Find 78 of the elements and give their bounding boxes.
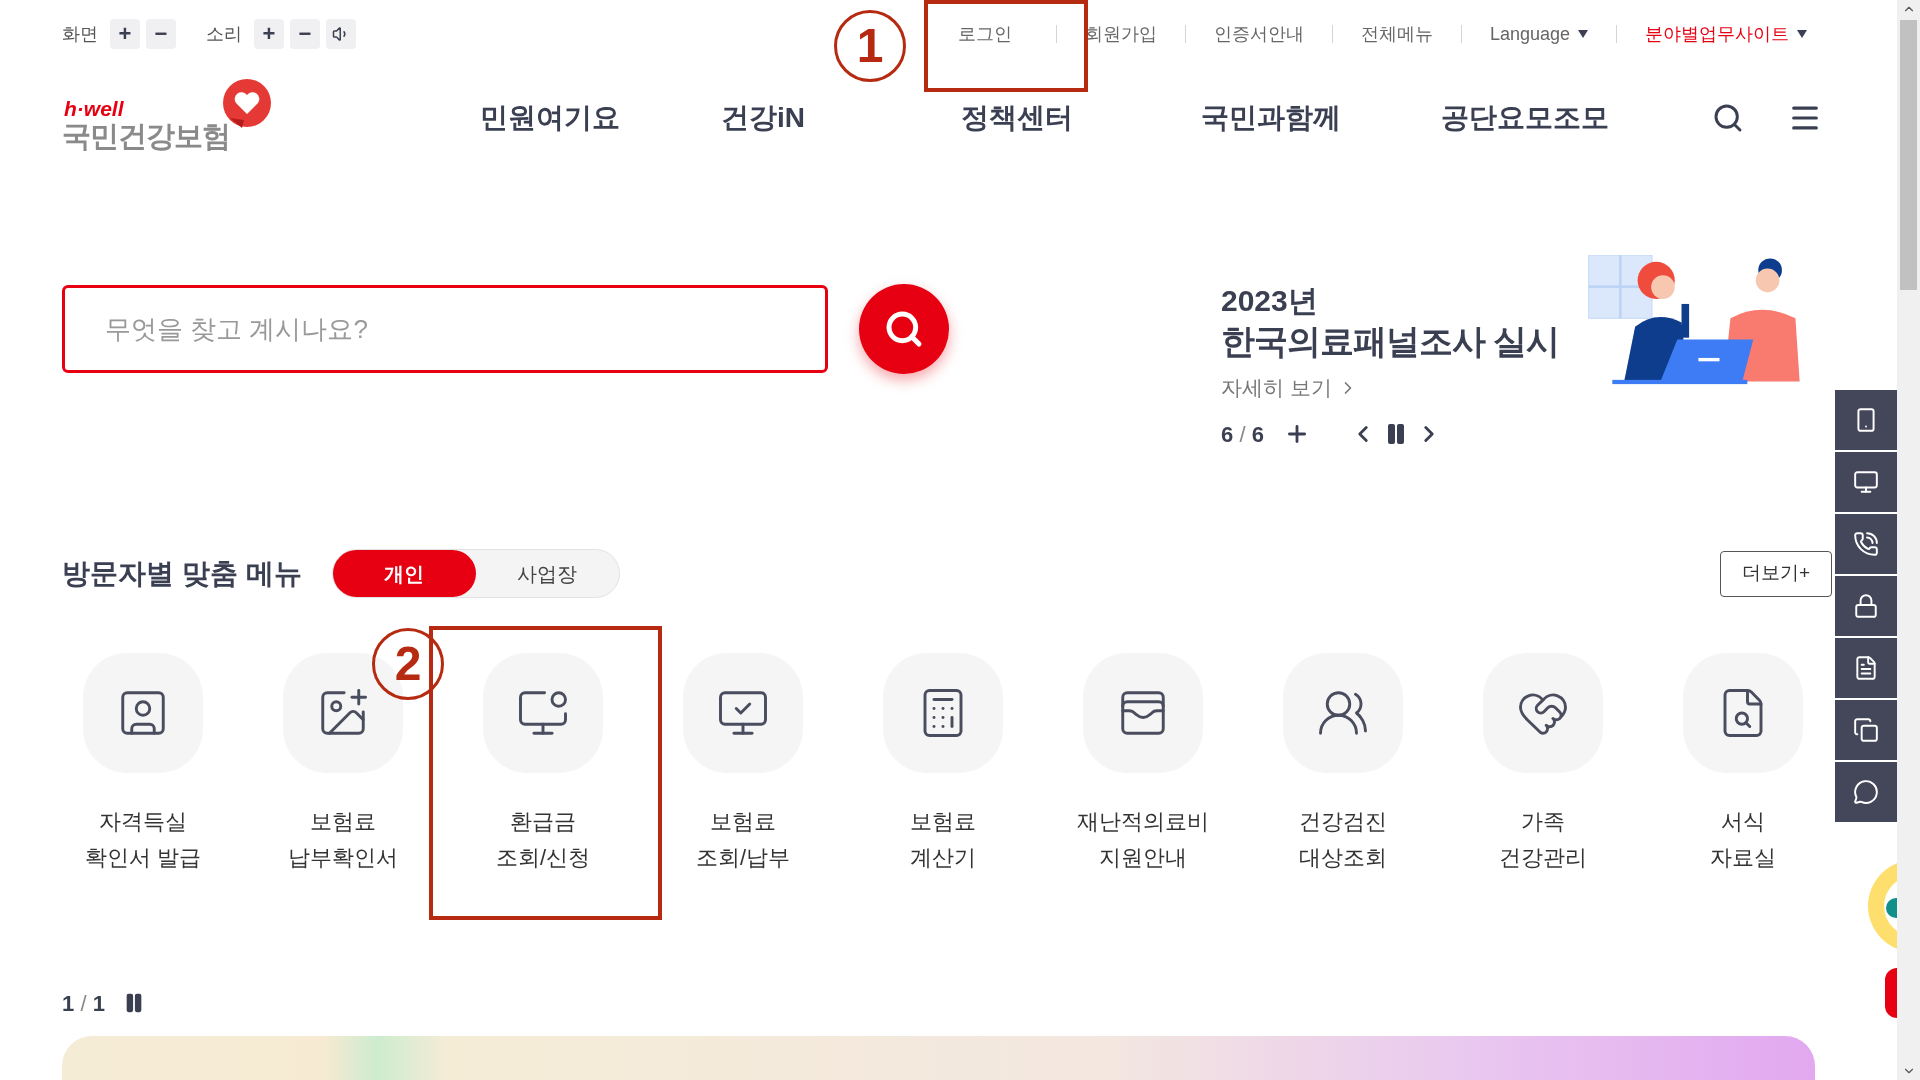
search-icon[interactable] (1712, 102, 1744, 134)
tile-label: 서식 (1721, 808, 1765, 836)
tile-label: 계산기 (910, 844, 976, 872)
scroll-thumb[interactable] (1900, 20, 1917, 290)
tile-label: 조회/신청 (495, 844, 591, 872)
tile-label: 가족 (1521, 808, 1565, 836)
quick-menu-button[interactable] (1835, 390, 1897, 450)
step-number: 2 (372, 628, 444, 700)
tile-label: 자격득실 (99, 808, 187, 836)
top-link[interactable]: Language (1461, 20, 1616, 48)
speaker-button[interactable] (326, 19, 356, 49)
search-button[interactable] (859, 284, 949, 374)
tile-label: 보험료 (310, 808, 376, 836)
top-link[interactable]: 인증서안내 (1185, 20, 1332, 48)
menu-tile[interactable]: 서식 자료실 (1643, 653, 1843, 876)
nav-link[interactable]: 건강iN (636, 97, 890, 139)
control-button[interactable]: − (290, 19, 320, 49)
menu-tile[interactable]: 자격득실 확인서 발급 (43, 653, 243, 876)
tile-label: 건강관리 (1499, 844, 1587, 872)
dropdown-caret-icon (1578, 30, 1588, 38)
banner-year: 2023년 (1221, 284, 1319, 318)
scrollbar[interactable] (1897, 0, 1920, 1080)
quick-menu-button[interactable] (1835, 762, 1897, 822)
slide-counter: 6 / 6 (1221, 420, 1264, 449)
chat-icon (1853, 779, 1879, 805)
tile-label: 지원안내 (1099, 844, 1187, 872)
lock-icon (1853, 593, 1879, 619)
tile-label: 보험료 (910, 808, 976, 836)
menu-tile[interactable]: 보험료 계산기 (843, 653, 1043, 876)
sound-label: 소리 (206, 22, 242, 46)
document-icon (1853, 655, 1879, 681)
tile-label: 확인서 발급 (84, 844, 202, 872)
nav-link[interactable]: 정책센터 (890, 97, 1144, 139)
menu-tile[interactable]: 환급금 조회/신청 (443, 653, 643, 876)
search-field[interactable]: 무엇을 찾고 계시나요? (62, 285, 828, 373)
search-icon (884, 309, 924, 349)
audience-tab[interactable]: 개인 (332, 550, 476, 597)
quick-menu-button[interactable] (1835, 638, 1897, 698)
tile-label: 조회/납부 (695, 844, 791, 872)
windows-icon (1853, 717, 1879, 743)
nav-link[interactable]: 민원여기요 (464, 97, 636, 139)
control-button[interactable]: + (110, 19, 140, 49)
menu-tile[interactable]: 가족 건강관리 (1443, 653, 1643, 876)
phone-call-icon (1853, 531, 1879, 557)
tile-label: 보험료 (710, 808, 776, 836)
tile-label: 대상조회 (1299, 844, 1387, 872)
top-link[interactable]: 회원가입 (1056, 20, 1185, 48)
nav-link[interactable]: 국민과함께 (1144, 97, 1398, 139)
section-title: 방문자별 맞춤 메뉴 (62, 556, 302, 591)
quick-menu-button[interactable] (1835, 700, 1897, 760)
control-button[interactable]: − (146, 19, 176, 49)
menu-tile[interactable]: 재난적의료비 지원안내 (1043, 653, 1243, 876)
monitor-icon (1853, 469, 1879, 495)
step-number: 1 (834, 10, 906, 82)
tile-label: 자료실 (1710, 844, 1776, 872)
screen-label: 화면 (62, 22, 98, 46)
tile-label: 건강검진 (1299, 808, 1387, 836)
quick-menu-button[interactable] (1835, 514, 1897, 574)
nav-link[interactable]: 공단요모조모 (1398, 97, 1652, 139)
banner-headline: 한국의료패널조사 실시 (1221, 321, 1561, 362)
quick-menu-button[interactable] (1835, 576, 1897, 636)
tile-label: 환급금 (510, 808, 576, 836)
floating-badge-icon[interactable] (1885, 968, 1897, 1018)
menu-tile[interactable]: 보험료 조회/납부 (643, 653, 843, 876)
detail-link[interactable]: 자세히 보기 (1221, 372, 1566, 404)
audience-tab[interactable]: 사업장 (475, 550, 619, 597)
logo[interactable]: h·well 국민건강보험 (62, 78, 275, 158)
tile-label: 재난적의료비 (1077, 808, 1209, 836)
slide-counter: 1 / 1 (62, 989, 105, 1018)
more-button[interactable]: 더보기+ (1720, 550, 1832, 597)
quick-menu-button[interactable] (1835, 452, 1897, 512)
tile-label: 납부확인서 (288, 844, 398, 872)
menu-tile[interactable]: 건강검진 대상조회 (1243, 653, 1443, 876)
dropdown-caret-icon (1797, 30, 1807, 38)
top-link[interactable]: 로그인 (907, 20, 1056, 48)
control-button[interactable]: + (254, 19, 284, 49)
top-link[interactable]: 전체메뉴 (1332, 20, 1461, 48)
top-link[interactable]: 분야별업무사이트 (1617, 20, 1835, 48)
